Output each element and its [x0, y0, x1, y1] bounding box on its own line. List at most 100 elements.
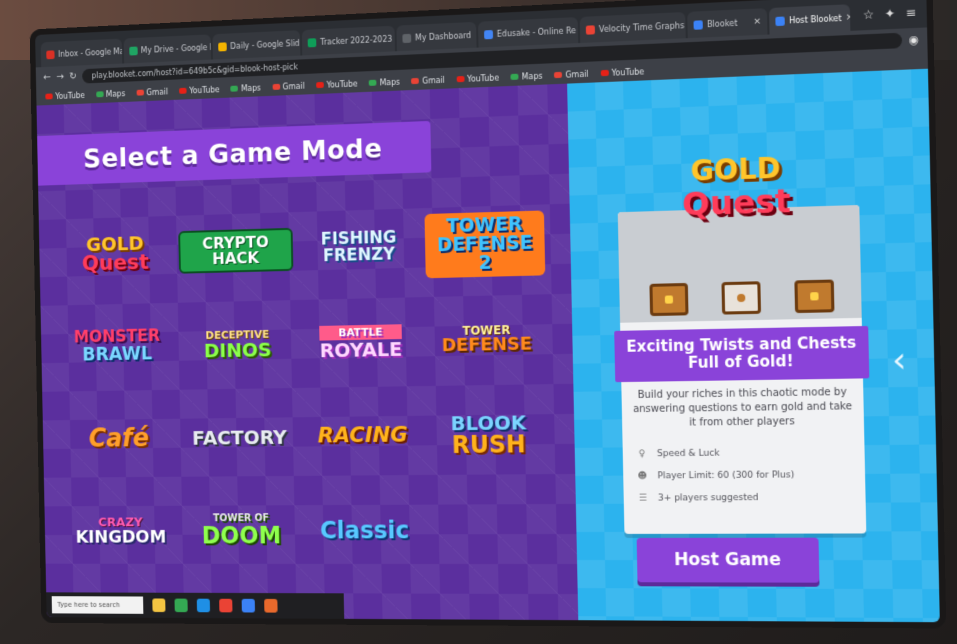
monitor-screen: Inbox - Google Mail My Drive - Google Dr… [35, 0, 940, 623]
chest-icon [649, 282, 689, 317]
bookmark-item[interactable]: Gmail [554, 69, 589, 80]
tab-title: Daily - Google Slides [230, 38, 301, 51]
bookmark-item[interactable]: Gmail [411, 75, 445, 86]
bookmark-item[interactable]: Maps [95, 89, 125, 99]
stat-player-limit: ☻ Player Limit: 60 (300 for Plus) [637, 464, 853, 488]
mode-logo-text: Café [88, 423, 150, 454]
mode-logo: DECEPTIVE DINOS [198, 324, 278, 363]
tab-slides[interactable]: Daily - Google Slides [212, 30, 301, 60]
mode-logo-text: Classic [319, 516, 410, 545]
tab-title: My Dashboard [415, 30, 472, 43]
bookmark-label: Gmail [282, 81, 305, 91]
mode-logo-text: DEFENSE [441, 333, 533, 357]
taskbar-search[interactable]: Type here to search [51, 596, 144, 614]
stat-speed: ♀ Speed & Luck [637, 441, 853, 465]
bookmark-item[interactable]: YouTube [456, 73, 499, 84]
bookmark-item[interactable]: Maps [369, 77, 400, 87]
mode-battle-royale[interactable]: BATTLE ROYALE [301, 293, 420, 390]
host-game-button[interactable]: Host Game [636, 537, 820, 583]
bookmark-item[interactable]: Maps [510, 71, 543, 82]
bookmark-label: Gmail [422, 75, 445, 86]
mode-crypto-hack[interactable]: CRYPTO HACK [178, 202, 294, 298]
mode-logo: BLOOK RUSH [445, 408, 533, 461]
close-tab-icon[interactable]: × [846, 12, 851, 23]
youtube-icon [456, 75, 465, 83]
mode-stats: ♀ Speed & Luck ☻ Player Limit: 60 (300 for… [637, 441, 854, 510]
mode-logo-subtext: KINGDOM [75, 526, 167, 547]
logo-text: GOLD [690, 151, 781, 188]
close-tab-icon[interactable]: × [475, 30, 477, 40]
profile-icon[interactable]: ◉ [909, 32, 919, 46]
bookmark-item[interactable]: YouTube [316, 79, 358, 90]
slides-favicon-icon [218, 41, 227, 51]
tab-title: Blooket [706, 18, 738, 29]
tab-title: Tracker 2022-2023 [320, 34, 393, 47]
explorer-icon[interactable] [152, 598, 166, 613]
mode-cafe[interactable]: Café [62, 392, 176, 485]
menu-icon[interactable]: ≡ [905, 5, 916, 20]
bookmark-item[interactable]: YouTube [179, 85, 220, 95]
bookmark-label: YouTube [55, 90, 86, 101]
mode-gold-quest[interactable]: GOLD Quest [59, 206, 173, 301]
mode-racing[interactable]: RACING [303, 388, 422, 484]
tab-blooket[interactable]: Blooket × [687, 8, 768, 39]
mode-crazy-kingdom[interactable]: CRAZY KINGDOM [64, 485, 178, 578]
game-mode-detail-panel: Exciting Twists and Chests Full of Gold!… [567, 68, 940, 623]
app-icon[interactable] [241, 598, 256, 613]
extensions-icon[interactable]: ✦ [884, 6, 895, 21]
close-tab-icon[interactable]: × [753, 17, 761, 28]
chrome-icon[interactable] [219, 598, 233, 613]
mode-blook-rush[interactable]: BLOOK RUSH [428, 386, 550, 483]
page-title-banner: Select a Game Mode [37, 120, 432, 186]
mode-logo-text: DOOM [201, 521, 282, 550]
edusake-favicon-icon [484, 29, 494, 39]
mode-factory[interactable]: FACTORY [181, 390, 297, 485]
players-icon: ☻ [637, 471, 648, 482]
maps-icon [369, 79, 377, 86]
bookmark-item[interactable]: Gmail [136, 87, 168, 97]
lightbulb-icon: ♀ [638, 449, 646, 460]
game-mode-grid: GOLD Quest CRYPTO HACK FISHING FRENZY TOW… [59, 194, 561, 614]
bookmark-item[interactable]: YouTube [600, 67, 644, 78]
mode-classic[interactable]: Classic [305, 483, 424, 578]
chest-icon [721, 281, 762, 315]
edge-icon[interactable] [196, 598, 211, 613]
stat-text: 3+ players suggested [657, 492, 759, 504]
chrome-icon[interactable] [174, 598, 188, 613]
dashboard-favicon-icon [402, 33, 412, 43]
stat-text: Player Limit: 60 (300 for Plus) [657, 470, 795, 482]
drive-favicon-icon [128, 46, 138, 56]
forward-icon[interactable]: → [56, 71, 64, 82]
tab-dashboard[interactable]: My Dashboard× [396, 21, 477, 52]
mode-deceptive-dinos[interactable]: DECEPTIVE DINOS [180, 296, 296, 391]
star-icon[interactable]: ☆ [863, 7, 875, 22]
mode-logo-text: ROYALE [319, 336, 403, 362]
sheets-favicon-icon [307, 37, 317, 47]
bookmark-label: Gmail [146, 87, 169, 97]
chest-icon [794, 279, 835, 314]
tab-drive[interactable]: My Drive - Google Dr [123, 34, 211, 64]
mode-logo: TOWER OF DOOM [196, 510, 287, 551]
bookmark-label: Gmail [565, 69, 589, 80]
maps-icon [510, 73, 519, 80]
mode-tower-defense-2[interactable]: TOWER DEFENSE 2 [424, 194, 546, 293]
mode-tower-of-doom[interactable]: TOWER OF DOOM [183, 484, 299, 578]
app-icon[interactable] [264, 598, 278, 613]
mode-logo-text: FISHING FRENZY [320, 227, 397, 267]
mode-monster-brawl[interactable]: MONSTER BRAWL [60, 299, 174, 393]
mode-fishing-frenzy[interactable]: FISHING FRENZY [300, 199, 419, 296]
bookmark-label: YouTube [467, 73, 500, 84]
bookmark-label: Maps [521, 71, 543, 82]
windows-taskbar: Type here to search [46, 592, 345, 619]
bookmark-item[interactable]: Maps [230, 83, 261, 93]
bookmark-item[interactable]: YouTube [45, 91, 85, 101]
tab-gmail[interactable]: Inbox - Google Mail [40, 38, 122, 68]
back-icon[interactable]: ← [43, 72, 51, 83]
reload-icon[interactable]: ↻ [69, 71, 77, 82]
bookmark-item[interactable]: Gmail [272, 81, 305, 91]
tab-host-blooket[interactable]: Host Blooket × [769, 4, 851, 35]
chevron-left-icon[interactable]: ‹ [892, 340, 907, 381]
gmail-icon [554, 71, 563, 79]
gold-quest-logo: GOLD Quest [649, 151, 824, 223]
mode-tower-defense[interactable]: TOWER DEFENSE [426, 290, 547, 388]
